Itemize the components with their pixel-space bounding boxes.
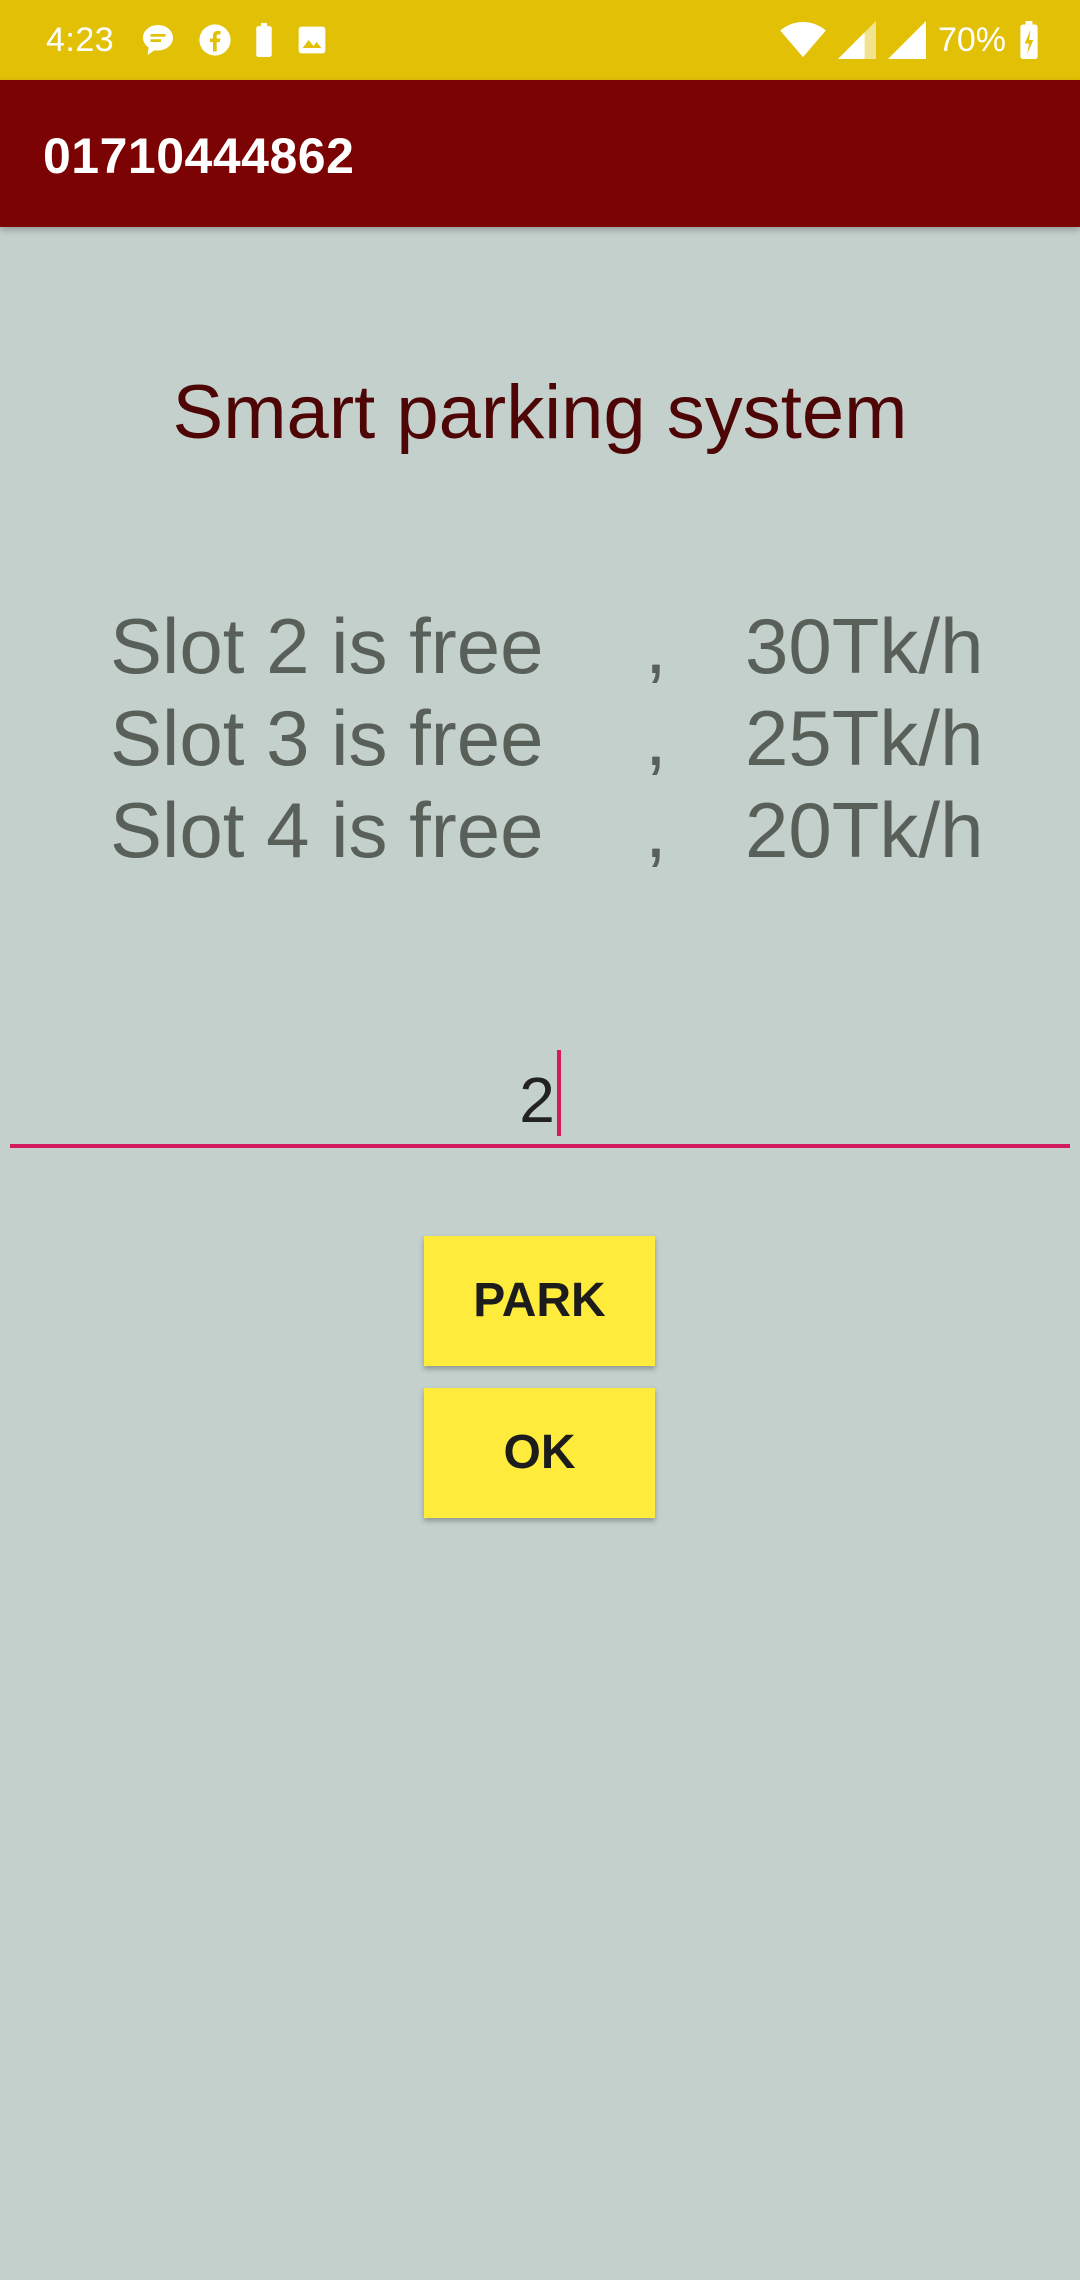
slot-number-input[interactable]: 2 [10, 1040, 1070, 1148]
image-icon [296, 24, 328, 56]
facebook-icon [198, 23, 232, 57]
app-bar: 01710444862 [0, 80, 1080, 227]
wifi-icon: x [780, 21, 826, 59]
battery-percent: 70% [937, 21, 1006, 59]
signal-icon [837, 21, 876, 59]
svg-text:x: x [816, 22, 823, 37]
signal-icon [887, 21, 926, 59]
status-bar: 4:23 x 70% [0, 0, 1080, 80]
message-icon [140, 22, 176, 58]
slot-price: 30Tk/h [745, 602, 984, 690]
park-button[interactable]: PARK [424, 1236, 655, 1366]
text-cursor [556, 1050, 561, 1136]
slot-row: Slot 3 is free , 25Tk/h [110, 692, 1010, 784]
slot-status: Slot 3 is free [110, 694, 544, 782]
slot-row: Slot 2 is free , 30Tk/h [110, 600, 1010, 692]
battery-charging-icon [1018, 21, 1040, 59]
slot-price: 20Tk/h [745, 786, 984, 874]
slot-status: Slot 2 is free [110, 602, 544, 690]
slot-status: Slot 4 is free [110, 786, 544, 874]
status-time: 4:23 [46, 21, 115, 59]
notification-icons [140, 20, 328, 60]
slot-number-input-value[interactable]: 2 [10, 1050, 1070, 1142]
page-title: Smart parking system [172, 370, 908, 455]
slot-separator: , [645, 694, 667, 782]
system-icons: x 70% [780, 18, 1040, 62]
slot-list: Slot 2 is free , 30Tk/h Slot 3 is free ,… [110, 600, 1010, 876]
slot-price: 25Tk/h [745, 694, 984, 782]
ok-button[interactable]: OK [424, 1388, 655, 1518]
slot-separator: , [645, 602, 667, 690]
slot-separator: , [645, 786, 667, 874]
input-text: 2 [519, 1064, 555, 1136]
slot-row: Slot 4 is free , 20Tk/h [110, 784, 1010, 876]
app-bar-title: 01710444862 [43, 128, 355, 184]
battery-saver-icon [254, 23, 274, 57]
